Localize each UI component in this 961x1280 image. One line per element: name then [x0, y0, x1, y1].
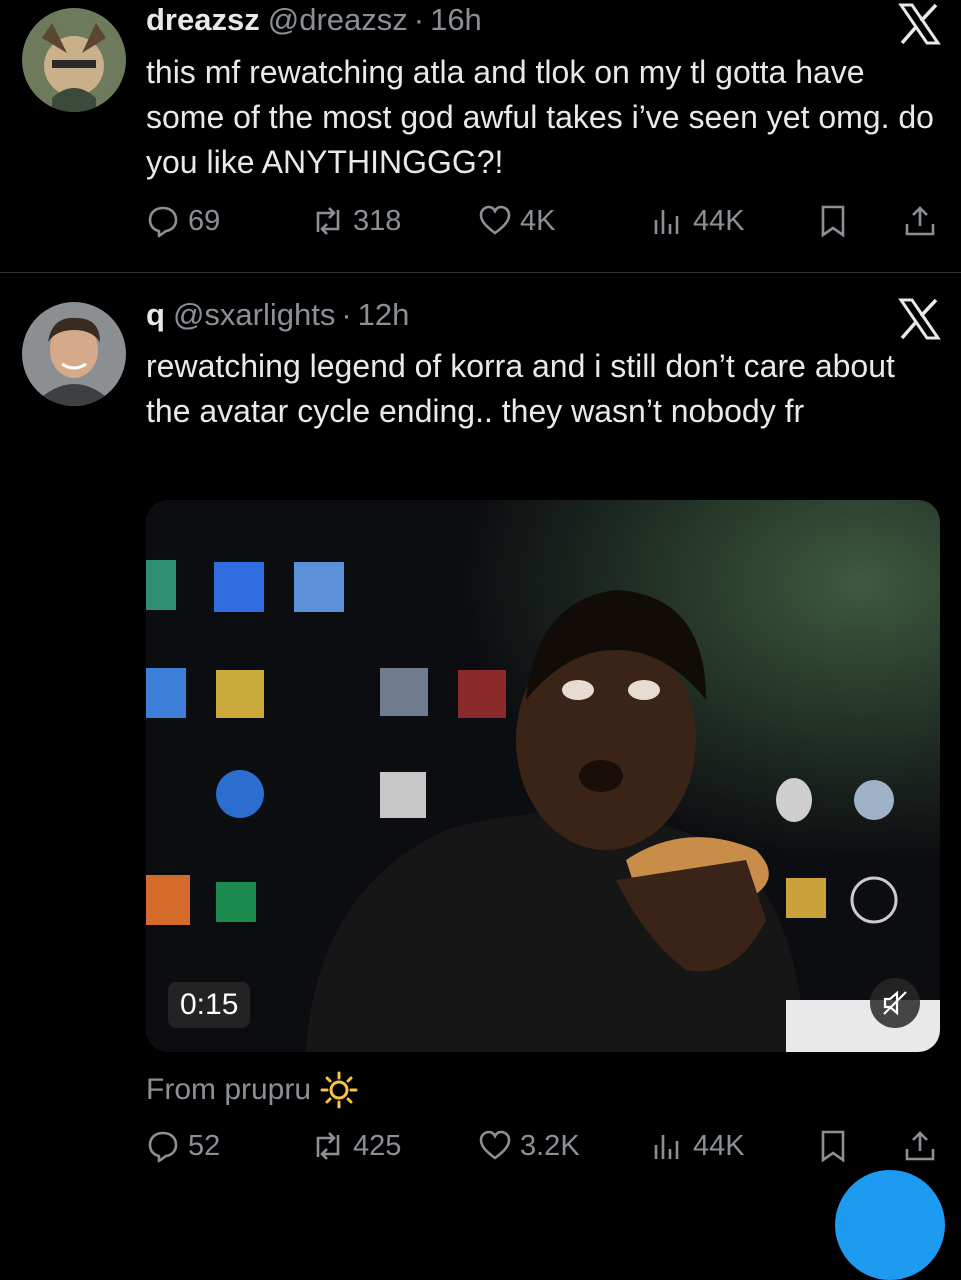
repost-icon — [316, 1132, 340, 1160]
like-button[interactable]: 3.2K — [478, 1124, 580, 1168]
views-button[interactable]: 44K — [651, 1124, 745, 1168]
compose-button[interactable] — [835, 1170, 945, 1280]
timestamp[interactable]: 12h — [358, 297, 410, 333]
muted-speaker-icon — [883, 990, 907, 1016]
video-frame — [146, 500, 940, 1052]
display-name[interactable]: q — [146, 297, 165, 333]
like-count: 4K — [520, 204, 556, 237]
bookmark-icon — [821, 205, 845, 238]
avatar[interactable] — [22, 302, 126, 406]
like-button[interactable]: 4K — [478, 199, 555, 243]
x-logo-icon[interactable] — [897, 2, 941, 46]
repost-icon — [316, 207, 340, 235]
views-count: 44K — [693, 1129, 745, 1162]
handle[interactable]: @sxarlights — [173, 297, 335, 333]
sun-icon — [320, 1071, 358, 1109]
bookmark-button[interactable] — [816, 199, 858, 243]
share-icon — [905, 206, 935, 236]
action-bar: 69 318 4K 44K — [146, 199, 941, 243]
heart-icon — [479, 1130, 511, 1160]
like-count: 3.2K — [520, 1129, 580, 1162]
separator: · — [413, 2, 425, 37]
tweet-body: this mf rewatching atla and tlok on my t… — [146, 54, 934, 180]
reply-count: 52 — [188, 1129, 221, 1162]
from-label: From prupru — [146, 1073, 312, 1106]
tweet-body: rewatching legend of korra and i still d… — [146, 348, 895, 429]
repost-count: 318 — [353, 204, 402, 237]
views-icon — [654, 1135, 679, 1159]
x-logo-icon[interactable] — [897, 297, 941, 341]
share-button[interactable] — [903, 199, 945, 243]
share-icon — [905, 1131, 935, 1161]
display-name[interactable]: dreazsz — [146, 2, 260, 38]
mute-button[interactable] — [870, 978, 920, 1028]
views-count: 44K — [693, 204, 745, 237]
tweet-header: q @sxarlights · 12h — [146, 297, 409, 333]
video-player[interactable]: 0:15 — [146, 500, 940, 1052]
timestamp[interactable]: 16h — [430, 2, 482, 38]
avatar[interactable] — [22, 8, 126, 112]
repost-count: 425 — [353, 1129, 402, 1162]
reply-button[interactable]: 69 — [146, 199, 220, 243]
heart-icon — [479, 205, 511, 235]
tweet-1[interactable]: dreazsz @dreazsz · 16h this mf rewatchin… — [0, 0, 961, 272]
repost-button[interactable]: 425 — [311, 1124, 401, 1168]
reply-button[interactable]: 52 — [146, 1124, 220, 1168]
reply-icon — [148, 206, 178, 238]
handle[interactable]: @dreazsz — [268, 2, 408, 38]
tweet-header: dreazsz @dreazsz · 16h — [146, 2, 482, 38]
bookmark-icon — [821, 1130, 845, 1163]
views-button[interactable]: 44K — [651, 199, 745, 243]
separator: · — [341, 297, 352, 332]
views-icon — [654, 210, 679, 234]
action-bar: 52 425 3.2K 44K — [146, 1124, 941, 1168]
from-attribution[interactable]: From prupru — [146, 1070, 359, 1110]
reply-count: 69 — [188, 204, 221, 237]
bookmark-button[interactable] — [816, 1124, 858, 1168]
repost-button[interactable]: 318 — [311, 199, 401, 243]
tweet-text: this mf rewatching atla and tlok on my t… — [146, 50, 936, 185]
share-button[interactable] — [903, 1124, 945, 1168]
tweet-text: rewatching legend of korra and i still d… — [146, 344, 936, 434]
reply-icon — [148, 1131, 178, 1163]
video-duration: 0:15 — [168, 982, 251, 1028]
